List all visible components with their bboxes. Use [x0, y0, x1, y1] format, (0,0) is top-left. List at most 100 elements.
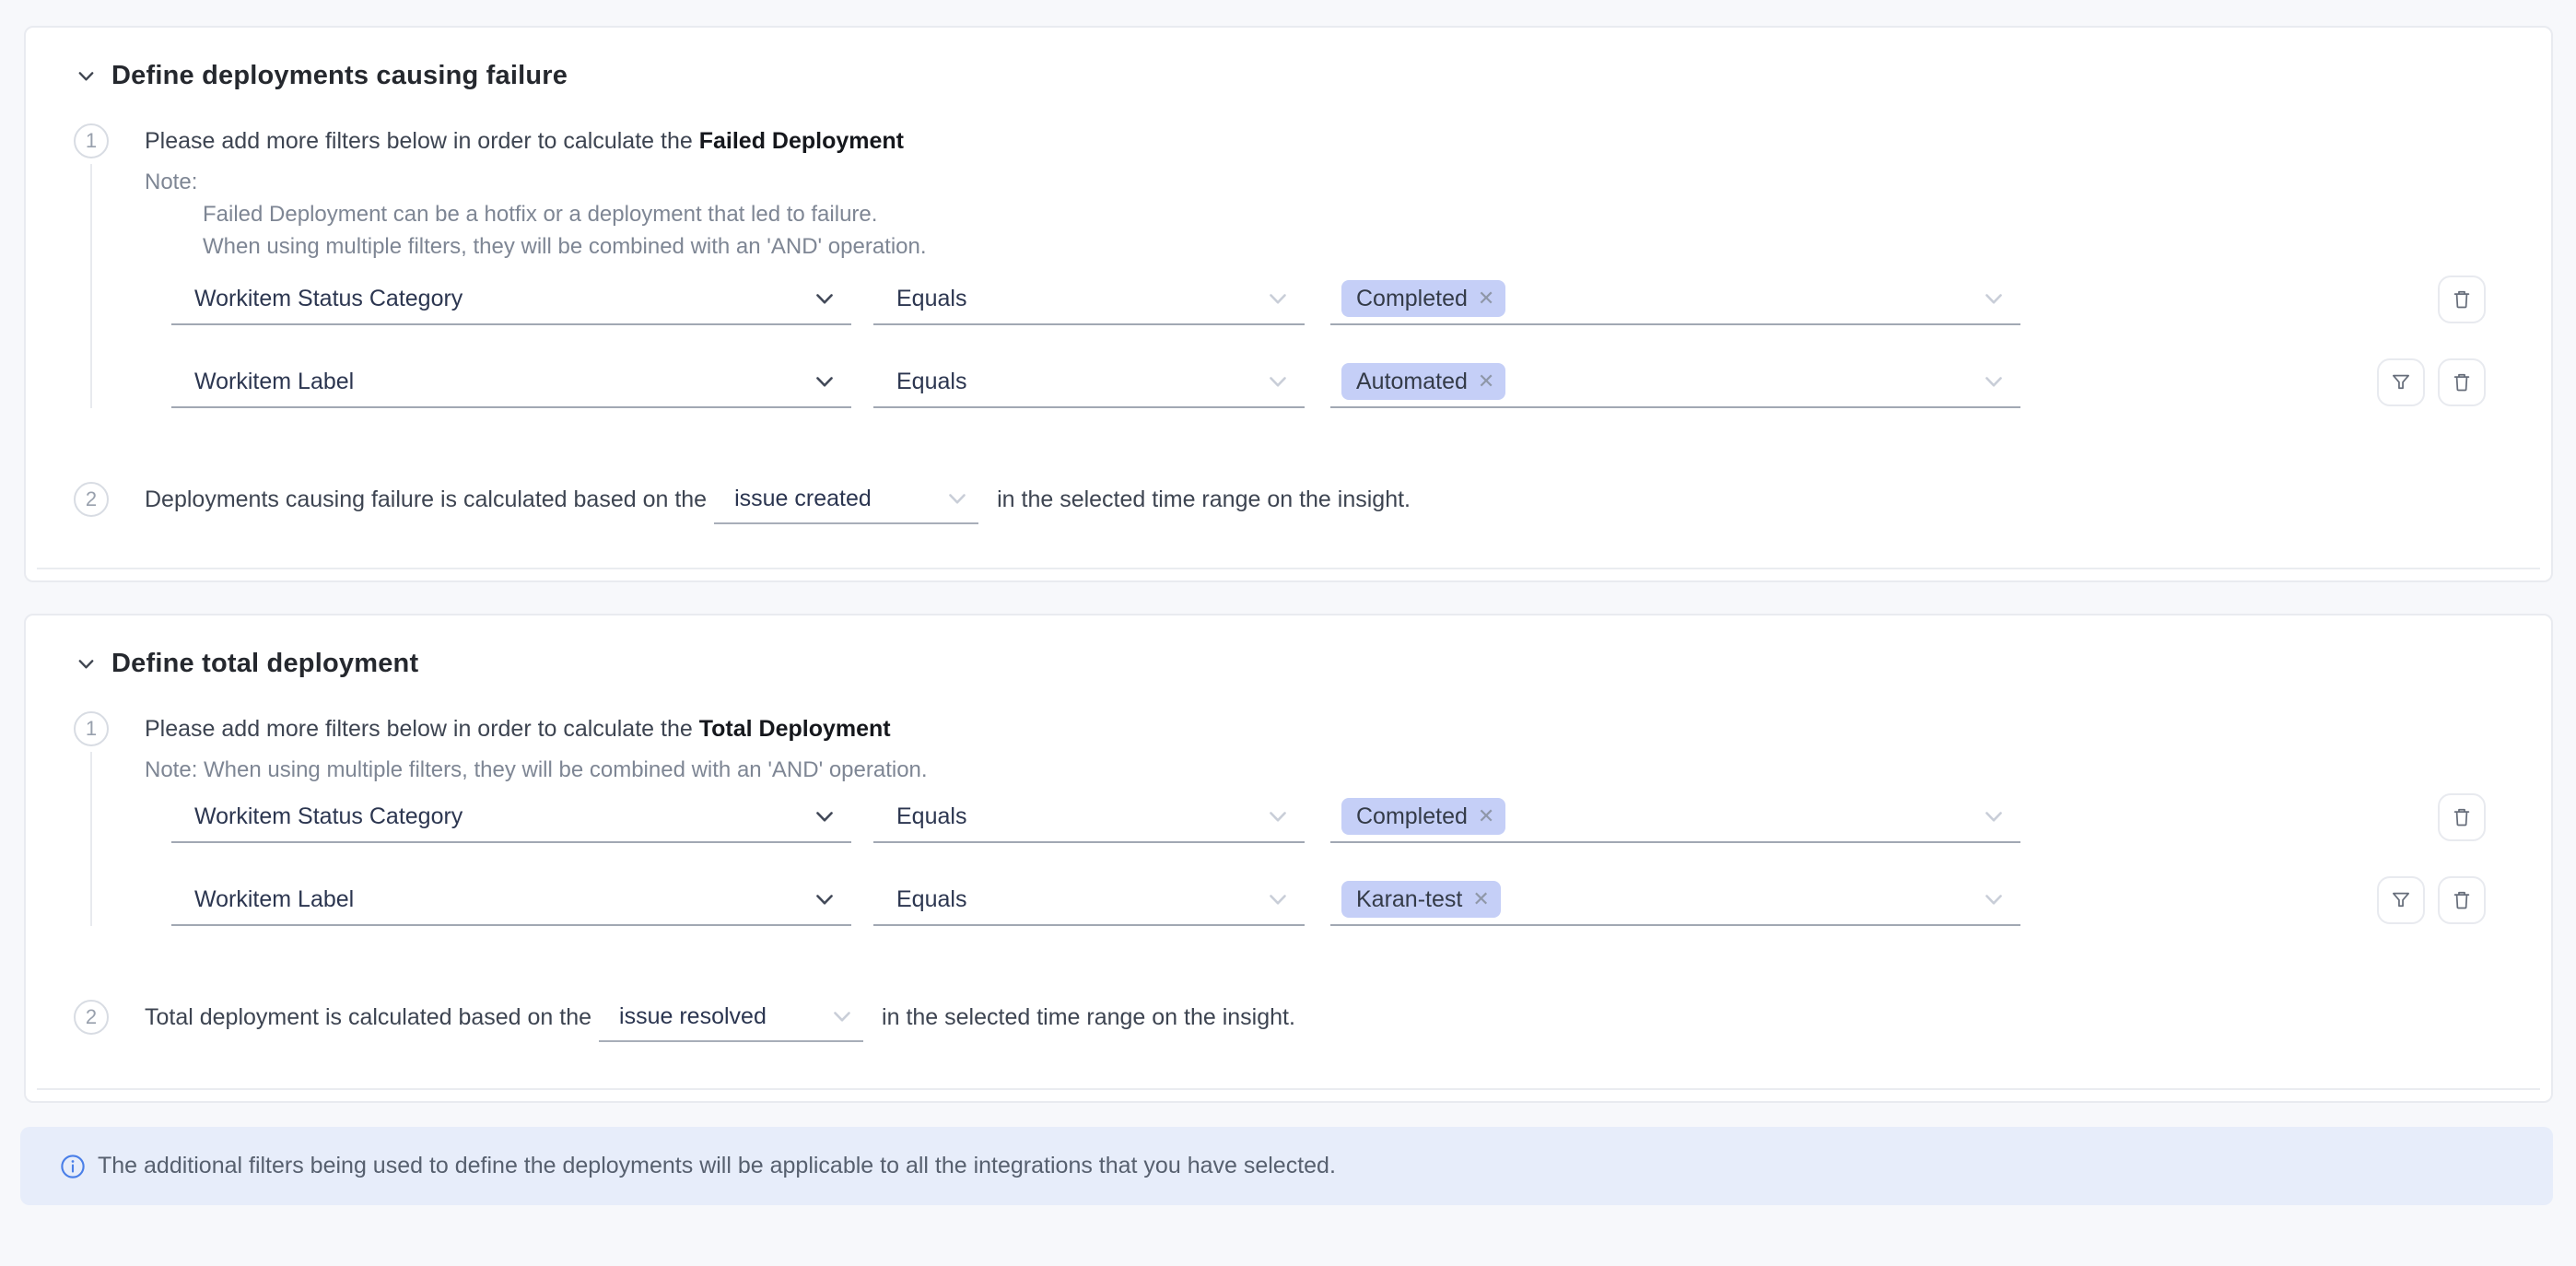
calculation-basis-row: Deployments causing failure is calculate… — [145, 475, 1411, 524]
chevron-down-icon — [1264, 285, 1292, 312]
value-select[interactable]: Automated ✕ — [1330, 357, 2020, 408]
chevron-down-icon — [1980, 368, 2008, 395]
step-instruction-text: Please add more filters below in order t… — [145, 128, 699, 154]
operator-select-value: Equals — [896, 369, 966, 395]
step-number-badge: 2 — [74, 482, 109, 517]
step-badge-column: 2 — [74, 482, 109, 517]
step-instruction-text: Please add more filters below in order t… — [145, 716, 699, 742]
step-2-failed-deployment: 2 Deployments causing failure is calcula… — [74, 475, 2486, 524]
field-select-value: Workitem Status Category — [194, 803, 463, 830]
chevron-down-icon — [811, 368, 838, 395]
filter-row-actions — [2377, 358, 2486, 406]
selected-value-tag: Karan-test ✕ — [1341, 881, 1501, 918]
step-badge-column: 1 — [74, 711, 109, 926]
note-line: When using multiple filters, they will b… — [203, 230, 2486, 263]
operator-select-value: Equals — [896, 286, 966, 312]
operator-select[interactable]: Equals — [873, 357, 1305, 408]
step-2-total-deployment: 2 Total deployment is calculated based o… — [74, 992, 2486, 1042]
step-1-total-deployment: 1 Please add more filters below in order… — [74, 711, 2486, 985]
operator-select[interactable]: Equals — [873, 791, 1305, 843]
field-select[interactable]: Workitem Status Category — [171, 791, 851, 843]
operator-select[interactable]: Equals — [873, 874, 1305, 926]
chevron-down-icon — [74, 64, 99, 88]
field-select-value: Workitem Label — [194, 886, 354, 913]
calculation-suffix: in the selected time range on the insigh… — [882, 1004, 1295, 1031]
field-select-value: Workitem Status Category — [194, 286, 463, 312]
section-title: Define total deployment — [111, 649, 418, 679]
selected-value-tag: Completed ✕ — [1341, 798, 1505, 835]
delete-filter-button[interactable] — [2438, 876, 2486, 924]
tag-label: Karan-test — [1356, 886, 1462, 913]
section-header-total-deployment[interactable]: Define total deployment — [74, 643, 2486, 684]
field-select[interactable]: Workitem Label — [171, 874, 851, 926]
field-select-value: Workitem Label — [194, 369, 354, 395]
filter-row-actions — [2438, 275, 2486, 323]
section-title: Define deployments causing failure — [111, 61, 568, 91]
step-connector-line — [90, 752, 92, 926]
deployment-definition-page: Define deployments causing failure 1 Ple… — [0, 26, 2576, 1205]
chevron-down-icon — [943, 485, 971, 512]
add-sub-filter-button[interactable] — [2377, 358, 2425, 406]
chevron-down-icon — [1264, 368, 1292, 395]
chevron-down-icon — [1980, 885, 2008, 913]
filter-rows: Workitem Status Category Equals Complete… — [171, 274, 2486, 408]
filter-row: Workitem Label Equals Karan-test ✕ — [171, 874, 2486, 926]
step-badge-column: 2 — [74, 1000, 109, 1035]
section-define-total-deployment: Define total deployment 1 Please add mor… — [24, 614, 2553, 1103]
delete-filter-button[interactable] — [2438, 275, 2486, 323]
calculation-basis-select[interactable]: issue created — [714, 475, 978, 524]
step-badge-column: 1 — [74, 123, 109, 408]
calculation-suffix: in the selected time range on the insigh… — [997, 486, 1411, 513]
info-icon — [59, 1153, 87, 1180]
remove-tag-icon[interactable]: ✕ — [1478, 371, 1494, 392]
selected-value-tag: Automated ✕ — [1341, 363, 1505, 400]
section-header-failed-deployment[interactable]: Define deployments causing failure — [74, 55, 2486, 96]
section-define-deployments-causing-failure: Define deployments causing failure 1 Ple… — [24, 26, 2553, 582]
tag-label: Automated — [1356, 369, 1468, 395]
remove-tag-icon[interactable]: ✕ — [1478, 288, 1494, 309]
value-select[interactable]: Karan-test ✕ — [1330, 874, 2020, 926]
selected-value-tag: Completed ✕ — [1341, 280, 1505, 317]
chevron-down-icon — [811, 285, 838, 312]
card-footer-divider — [37, 568, 2540, 569]
tag-label: Completed — [1356, 803, 1468, 830]
add-sub-filter-button[interactable] — [2377, 876, 2425, 924]
trash-icon — [2450, 805, 2474, 829]
calculation-prefix: Deployments causing failure is calculate… — [145, 486, 707, 513]
field-select[interactable]: Workitem Status Category — [171, 274, 851, 325]
calculation-basis-value: issue resolved — [619, 1003, 767, 1030]
note-line: Note: When using multiple filters, they … — [145, 754, 2486, 786]
step-1-failed-deployment: 1 Please add more filters below in order… — [74, 123, 2486, 467]
calculation-basis-row: Total deployment is calculated based on … — [145, 992, 1295, 1042]
remove-tag-icon[interactable]: ✕ — [1478, 806, 1494, 826]
chevron-down-icon — [1980, 803, 2008, 830]
step-instruction-highlight: Total Deployment — [699, 716, 891, 742]
step-instruction-highlight: Failed Deployment — [699, 128, 904, 154]
operator-select-value: Equals — [896, 803, 966, 830]
value-select[interactable]: Completed ✕ — [1330, 274, 2020, 325]
filter-row: Workitem Label Equals Automated ✕ — [171, 357, 2486, 408]
field-select[interactable]: Workitem Label — [171, 357, 851, 408]
trash-icon — [2450, 888, 2474, 912]
info-banner: The additional filters being used to def… — [20, 1127, 2553, 1205]
delete-filter-button[interactable] — [2438, 793, 2486, 841]
step-connector-line — [90, 164, 92, 408]
funnel-icon — [2389, 888, 2413, 912]
remove-tag-icon[interactable]: ✕ — [1472, 889, 1489, 909]
filter-row-actions — [2377, 876, 2486, 924]
info-banner-text: The additional filters being used to def… — [98, 1153, 1336, 1179]
value-select[interactable]: Completed ✕ — [1330, 791, 2020, 843]
operator-select[interactable]: Equals — [873, 274, 1305, 325]
calculation-basis-select[interactable]: issue resolved — [599, 992, 863, 1042]
step-content: Please add more filters below in order t… — [145, 711, 2486, 926]
chevron-down-icon — [828, 1002, 856, 1030]
delete-filter-button[interactable] — [2438, 358, 2486, 406]
chevron-down-icon — [1264, 885, 1292, 913]
card-footer-divider — [37, 1088, 2540, 1090]
step-instruction: Please add more filters below in order t… — [145, 711, 2486, 746]
operator-select-value: Equals — [896, 886, 966, 913]
chevron-down-icon — [811, 803, 838, 830]
note-label: Note: — [145, 166, 2486, 198]
filter-row: Workitem Status Category Equals Complete… — [171, 791, 2486, 843]
tag-label: Completed — [1356, 286, 1468, 312]
